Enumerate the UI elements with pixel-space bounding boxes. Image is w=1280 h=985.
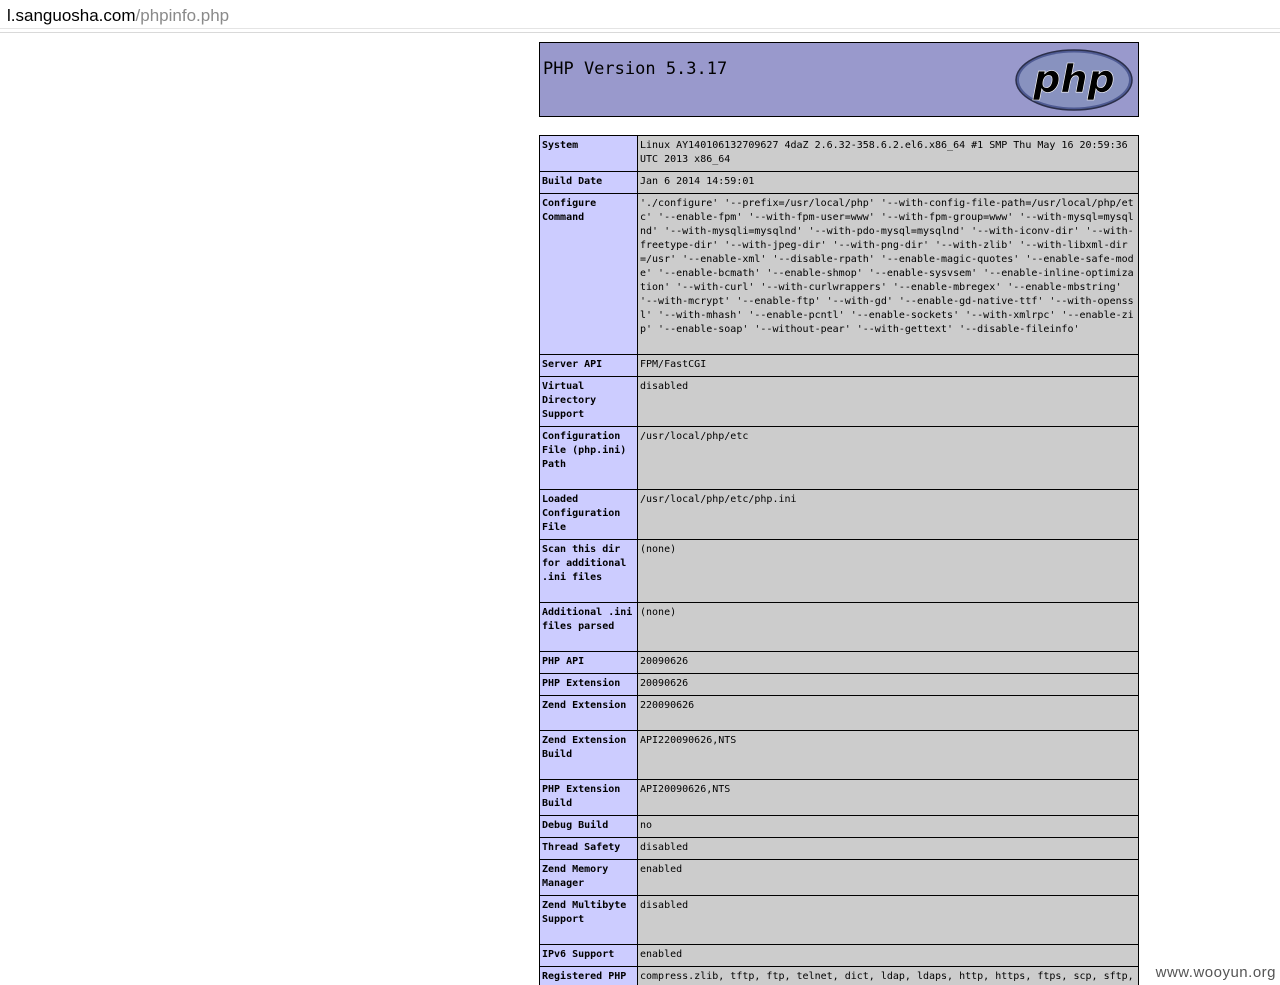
php-logo-link[interactable]: php bbox=[1014, 48, 1134, 112]
info-row-value: 20090626 bbox=[637, 673, 1139, 696]
info-row: Configuration File (php.ini) Path/usr/lo… bbox=[539, 426, 1139, 490]
info-row: IPv6 Support enabled bbox=[539, 944, 1139, 967]
info-row-label: PHP Extension Build bbox=[539, 779, 638, 816]
info-row-label: Build Date bbox=[539, 171, 638, 194]
info-row-value: (none) bbox=[637, 602, 1139, 652]
info-row: Registered PHP Streamscompress.zlib, tft… bbox=[539, 966, 1139, 985]
info-row-label: Configuration File (php.ini) Path bbox=[539, 426, 638, 490]
info-row: Zend Extension 220090626 bbox=[539, 695, 1139, 731]
info-row-label: Zend Memory Manager bbox=[539, 859, 638, 896]
info-row-label: Virtual Directory Support bbox=[539, 376, 638, 427]
info-row-label: Debug Build bbox=[539, 815, 638, 838]
info-row-value: disabled bbox=[637, 376, 1139, 427]
php-info-table: System Linux AY140106132709627 4daZ 2.6.3… bbox=[539, 135, 1139, 985]
info-row: Server API FPM/FastCGI bbox=[539, 354, 1139, 377]
info-row-value: API220090626,NTS bbox=[637, 730, 1139, 780]
info-row-value: disabled bbox=[637, 837, 1139, 860]
info-row-label: IPv6 Support bbox=[539, 944, 638, 967]
info-row-value: /usr/local/php/etc/php.ini bbox=[637, 489, 1139, 540]
php-logo-text: php bbox=[1032, 57, 1114, 101]
info-row-label: Server API bbox=[539, 354, 638, 377]
info-row-label: System bbox=[539, 135, 638, 172]
info-row-label: Registered PHP Streams bbox=[539, 966, 638, 985]
info-row: Zend Memory Manager enabled bbox=[539, 859, 1139, 896]
info-row-value: compress.zlib, tftp, ftp, telnet, dict, … bbox=[637, 966, 1139, 985]
info-row-label: Loaded Configuration File bbox=[539, 489, 638, 540]
info-row: Virtual Directory Support disabled bbox=[539, 376, 1139, 427]
info-row-value: FPM/FastCGI bbox=[637, 354, 1139, 377]
watermark: www.wooyun.org bbox=[1153, 962, 1278, 983]
info-row: PHP API 20090626 bbox=[539, 651, 1139, 674]
info-row: Zend Multibyte Support disabled bbox=[539, 895, 1139, 945]
info-row: PHP Extension Build API20090626,NTS bbox=[539, 779, 1139, 816]
info-row-label: Thread Safety bbox=[539, 837, 638, 860]
info-row-value: no bbox=[637, 815, 1139, 838]
info-row: System Linux AY140106132709627 4daZ 2.6.3… bbox=[539, 135, 1139, 172]
info-row-label: Zend Multibyte Support bbox=[539, 895, 638, 945]
info-row-value: API20090626,NTS bbox=[637, 779, 1139, 816]
info-row-value: Linux AY140106132709627 4daZ 2.6.32-358.… bbox=[637, 135, 1139, 172]
info-row-value: Jan 6 2014 14:59:01 bbox=[637, 171, 1139, 194]
info-row-value: 20090626 bbox=[637, 651, 1139, 674]
url-host: l.sanguosha.com bbox=[7, 6, 136, 25]
info-row-label: Configure Command bbox=[539, 193, 638, 355]
info-row: Additional .ini files parsed (none) bbox=[539, 602, 1139, 652]
php-version-header: PHP Version 5.3.17 php bbox=[539, 42, 1139, 117]
info-row: PHP Extension 20090626 bbox=[539, 673, 1139, 696]
info-row: Scan this dir for additional .ini files(… bbox=[539, 539, 1139, 603]
info-row-value: './configure' '--prefix=/usr/local/php' … bbox=[637, 193, 1139, 355]
php-logo-icon: php bbox=[1015, 49, 1133, 111]
url-path: /phpinfo.php bbox=[135, 6, 230, 25]
info-row-label: Zend Extension Build bbox=[539, 730, 638, 780]
info-row-value: (none) bbox=[637, 539, 1139, 603]
url-text[interactable]: l.sanguosha.com/phpinfo.php bbox=[7, 6, 229, 26]
info-row: Thread Safety disabled bbox=[539, 837, 1139, 860]
info-row-label: Additional .ini files parsed bbox=[539, 602, 638, 652]
info-row-value: disabled bbox=[637, 895, 1139, 945]
info-row: Debug Build no bbox=[539, 815, 1139, 838]
info-row-value: enabled bbox=[637, 944, 1139, 967]
info-row-value: 220090626 bbox=[637, 695, 1139, 731]
info-row-label: Scan this dir for additional .ini files bbox=[539, 539, 638, 603]
info-row-value: /usr/local/php/etc bbox=[637, 426, 1139, 490]
info-row: Loaded Configuration File/usr/local/php/… bbox=[539, 489, 1139, 540]
info-row: Zend Extension Build API220090626,NTS bbox=[539, 730, 1139, 780]
info-row-label: Zend Extension bbox=[539, 695, 638, 731]
info-row-value: enabled bbox=[637, 859, 1139, 896]
page-title: PHP Version 5.3.17 bbox=[543, 59, 728, 79]
address-bar[interactable]: l.sanguosha.com/phpinfo.php bbox=[0, 0, 1280, 33]
info-row-label: PHP API bbox=[539, 651, 638, 674]
info-row-label: PHP Extension bbox=[539, 673, 638, 696]
info-row: Build Date Jan 6 2014 14:59:01 bbox=[539, 171, 1139, 194]
info-row: Configure Command './configure' '--prefix… bbox=[539, 193, 1139, 355]
